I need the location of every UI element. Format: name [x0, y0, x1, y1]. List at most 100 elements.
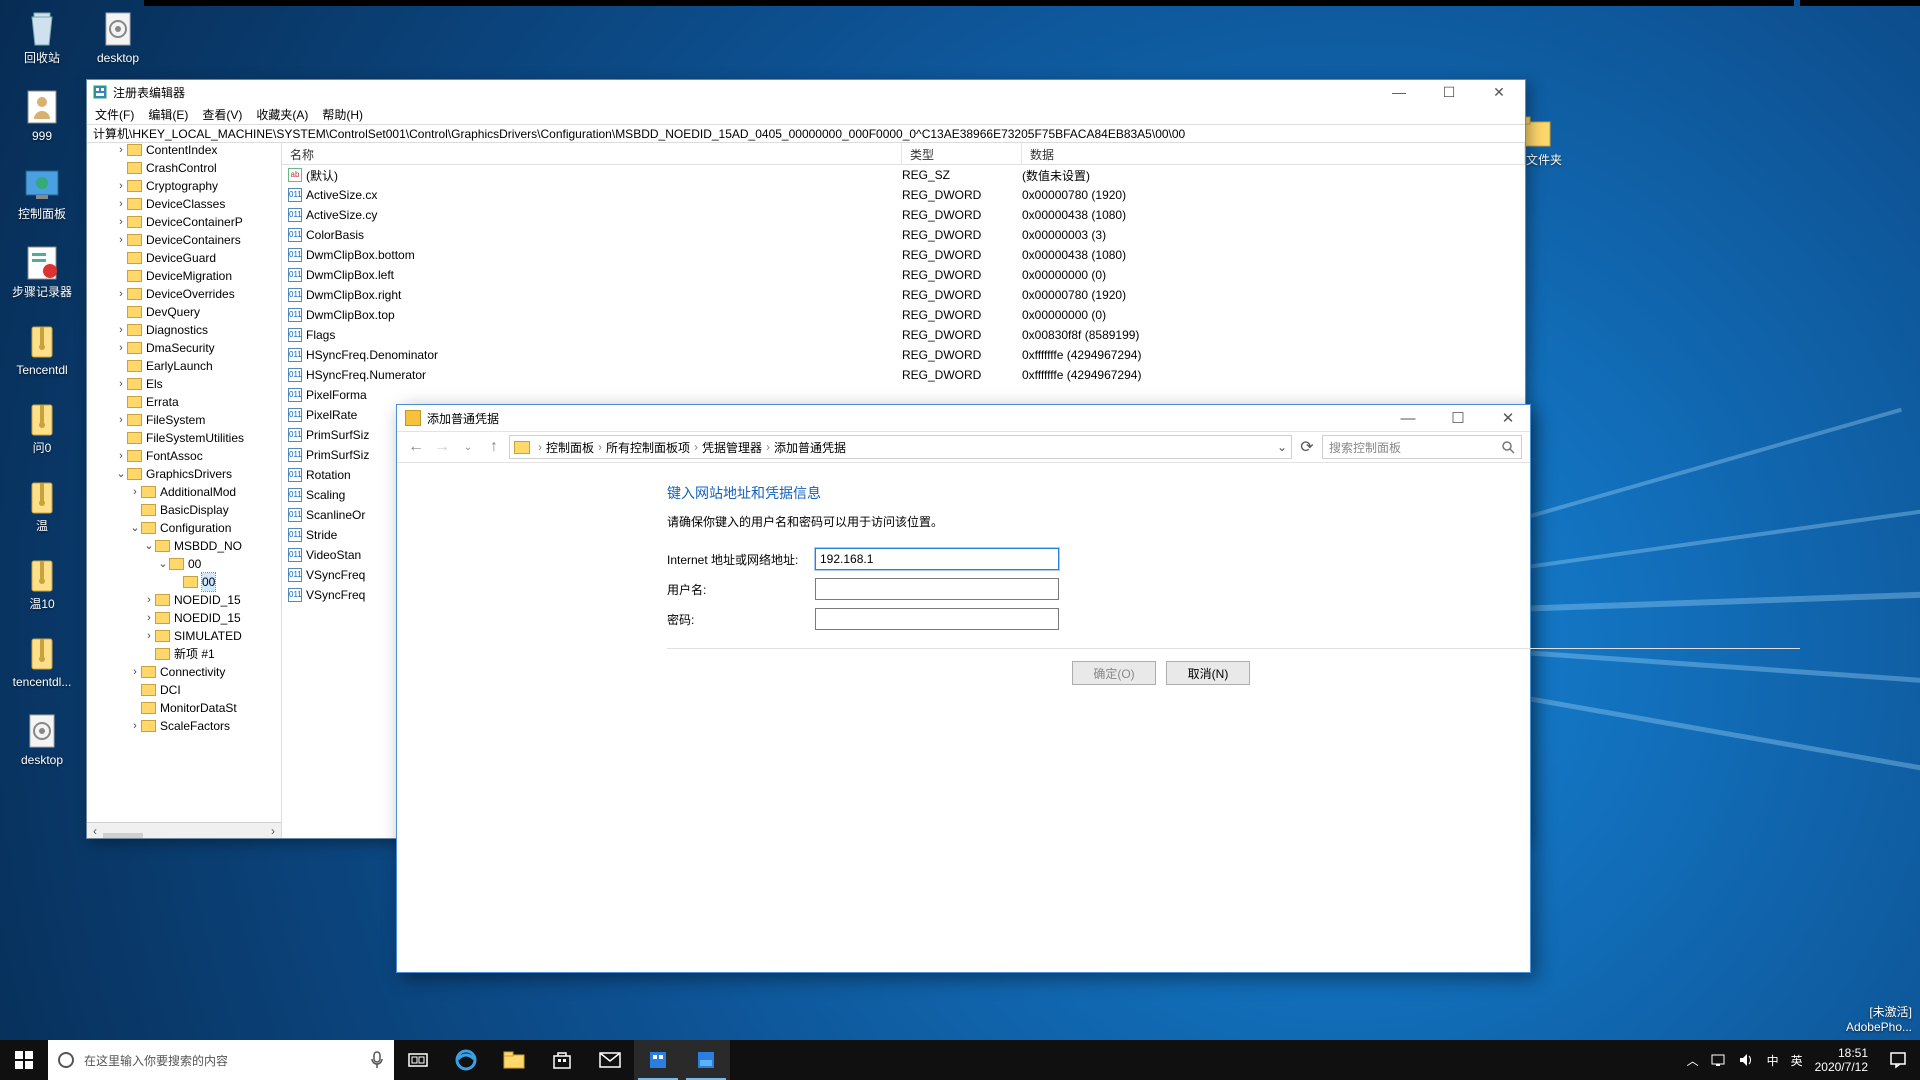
menu-item[interactable]: 收藏夹(A) [256, 106, 308, 123]
tree-node[interactable]: 00 [87, 573, 244, 591]
ok-button[interactable]: 确定(O) [1072, 661, 1156, 685]
tree-node[interactable]: ›DeviceOverrides [87, 285, 244, 303]
mic-icon[interactable] [370, 1051, 384, 1069]
nav-recent-icon[interactable]: ⌄ [457, 436, 479, 458]
tree-node[interactable]: ›Els [87, 375, 244, 393]
tree-node[interactable]: DevQuery [87, 303, 244, 321]
ime-lang[interactable]: 中 [1767, 1052, 1779, 1069]
table-row[interactable]: 011FlagsREG_DWORD0x00830f8f (8589199) [282, 325, 1525, 345]
tree-node[interactable]: ›NOEDID_15 [87, 609, 244, 627]
taskbar-search[interactable]: 在这里输入你要搜索的内容 [48, 1040, 394, 1080]
col-type[interactable]: 类型 [902, 143, 1022, 164]
password-input[interactable] [815, 608, 1059, 630]
tree-node[interactable]: ⌄GraphicsDrivers [87, 465, 244, 483]
address-input[interactable] [815, 548, 1059, 570]
scroll-left-icon[interactable]: ‹ [87, 823, 103, 839]
col-data[interactable]: 数据 [1022, 143, 1525, 164]
desktop-icon-控制面板[interactable]: 控制面板 [4, 162, 80, 240]
tree-node[interactable]: MonitorDataSt [87, 699, 244, 717]
dialog-titlebar[interactable]: 添加普通凭据 — ☐ ✕ [397, 405, 1530, 431]
expand-icon[interactable]: › [143, 627, 155, 645]
tree-node[interactable]: DeviceMigration [87, 267, 244, 285]
tree-node[interactable]: ›Diagnostics [87, 321, 244, 339]
close-button[interactable]: ✕ [1477, 81, 1521, 103]
minimize-button[interactable]: — [1377, 81, 1421, 103]
expand-icon[interactable]: › [115, 339, 127, 357]
tree-node[interactable]: CrashControl [87, 159, 244, 177]
dialog-maximize-button[interactable]: ☐ [1436, 406, 1480, 430]
crumb-1[interactable]: 所有控制面板项 [606, 439, 690, 456]
crumb-2[interactable]: 凭据管理器 [702, 439, 762, 456]
tree-node[interactable]: 新项 #1 [87, 645, 244, 663]
crumb-3[interactable]: 添加普通凭据 [774, 439, 846, 456]
table-row[interactable]: ab(默认)REG_SZ(数值未设置) [282, 165, 1525, 185]
col-name[interactable]: 名称 [282, 143, 902, 164]
volume-icon[interactable] [1739, 1053, 1755, 1067]
tree-node[interactable]: EarlyLaunch [87, 357, 244, 375]
tree-node[interactable]: ›SIMULATED [87, 627, 244, 645]
file-explorer-button[interactable] [490, 1040, 538, 1080]
tray-chevron-icon[interactable]: ︿ [1687, 1052, 1699, 1069]
network-icon[interactable] [1711, 1053, 1727, 1067]
tree-node[interactable]: ›FileSystem [87, 411, 244, 429]
table-row[interactable]: 011ColorBasisREG_DWORD0x00000003 (3) [282, 225, 1525, 245]
expand-icon[interactable]: › [115, 143, 127, 159]
cancel-button[interactable]: 取消(N) [1166, 661, 1250, 685]
desktop-icon-Tencentdl[interactable]: Tencentdl [4, 318, 80, 396]
expand-icon[interactable]: › [129, 483, 141, 501]
table-row[interactable]: 011HSyncFreq.NumeratorREG_DWORD0xfffffff… [282, 365, 1525, 385]
scroll-thumb[interactable] [103, 833, 143, 839]
table-row[interactable]: 011DwmClipBox.topREG_DWORD0x00000000 (0) [282, 305, 1525, 325]
expand-icon[interactable]: ⌄ [115, 465, 127, 483]
expand-icon[interactable]: › [129, 663, 141, 681]
tree-node[interactable]: ›DeviceContainers [87, 231, 244, 249]
tree-node[interactable]: DeviceGuard [87, 249, 244, 267]
tree-node[interactable]: ›FontAssoc [87, 447, 244, 465]
tree-node[interactable]: ›Connectivity [87, 663, 244, 681]
expand-icon[interactable]: › [115, 213, 127, 231]
store-button[interactable] [538, 1040, 586, 1080]
username-input[interactable] [815, 578, 1059, 600]
expand-icon[interactable]: › [115, 195, 127, 213]
dialog-minimize-button[interactable]: — [1386, 406, 1430, 430]
expand-icon[interactable]: › [115, 285, 127, 303]
start-button[interactable] [0, 1040, 48, 1080]
registry-tree[interactable]: ›ContentIndexCrashControl›Cryptography›D… [87, 143, 282, 838]
taskbar-app-2[interactable] [682, 1040, 730, 1080]
regedit-titlebar[interactable]: 注册表编辑器 — ☐ ✕ [87, 80, 1525, 104]
desktop-icon-tencentdl...[interactable]: tencentdl... [4, 630, 80, 708]
action-center-button[interactable] [1876, 1040, 1920, 1080]
tree-node[interactable]: ›Cryptography [87, 177, 244, 195]
menu-item[interactable]: 帮助(H) [322, 106, 363, 123]
dialog-close-button[interactable]: ✕ [1486, 406, 1530, 430]
expand-icon[interactable]: › [143, 609, 155, 627]
mail-button[interactable] [586, 1040, 634, 1080]
expand-icon[interactable]: ⌄ [157, 555, 169, 573]
expand-icon[interactable]: › [129, 717, 141, 735]
tree-node[interactable]: FileSystemUtilities [87, 429, 244, 447]
desktop-icon-999[interactable]: 999 [4, 84, 80, 162]
refresh-icon[interactable]: ⟳ [1296, 436, 1318, 458]
listview-header[interactable]: 名称 类型 数据 [282, 143, 1525, 165]
expand-icon[interactable]: ⌄ [129, 519, 141, 537]
tree-node[interactable]: ›AdditionalMod [87, 483, 244, 501]
table-row[interactable]: 011DwmClipBox.leftREG_DWORD0x00000000 (0… [282, 265, 1525, 285]
nav-back-icon[interactable]: ← [405, 436, 427, 458]
expand-icon[interactable]: › [115, 375, 127, 393]
desktop-icon-问0[interactable]: 问0 [4, 396, 80, 474]
desktop-icon-desktop[interactable]: desktop [4, 708, 80, 786]
expand-icon[interactable]: › [115, 411, 127, 429]
clock[interactable]: 18:51 2020/7/12 [1815, 1046, 1872, 1075]
tree-node[interactable]: ›DeviceClasses [87, 195, 244, 213]
table-row[interactable]: 011ActiveSize.cxREG_DWORD0x00000780 (192… [282, 185, 1525, 205]
scroll-right-icon[interactable]: › [265, 823, 281, 839]
breadcrumb-dropdown-icon[interactable]: ⌄ [1277, 440, 1287, 454]
desktop-icon-回收站[interactable]: 回收站 [4, 6, 80, 84]
tree-node[interactable]: ›ScaleFactors [87, 717, 244, 735]
desktop-icon-步骤记录器[interactable]: 步骤记录器 [4, 240, 80, 318]
tree-node[interactable]: ›DmaSecurity [87, 339, 244, 357]
crumb-0[interactable]: 控制面板 [546, 439, 594, 456]
nav-up-icon[interactable]: ↑ [483, 436, 505, 458]
expand-icon[interactable]: › [115, 447, 127, 465]
expand-icon[interactable]: ⌄ [143, 537, 155, 555]
